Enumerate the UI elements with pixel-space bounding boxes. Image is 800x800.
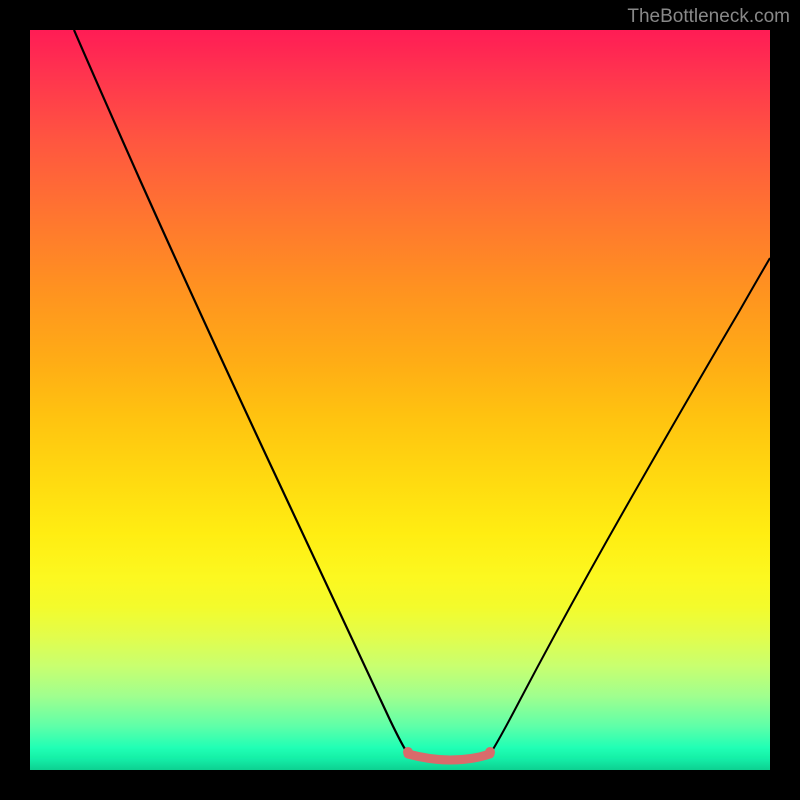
left-curve-line xyxy=(74,30,408,754)
watermark-text: TheBottleneck.com xyxy=(627,6,790,28)
right-endpoint-marker xyxy=(485,747,495,757)
curve-svg xyxy=(30,30,770,770)
left-endpoint-marker xyxy=(403,747,413,757)
right-curve-line xyxy=(490,258,770,754)
chart-container xyxy=(30,30,770,770)
flat-bottom-line xyxy=(408,754,490,760)
